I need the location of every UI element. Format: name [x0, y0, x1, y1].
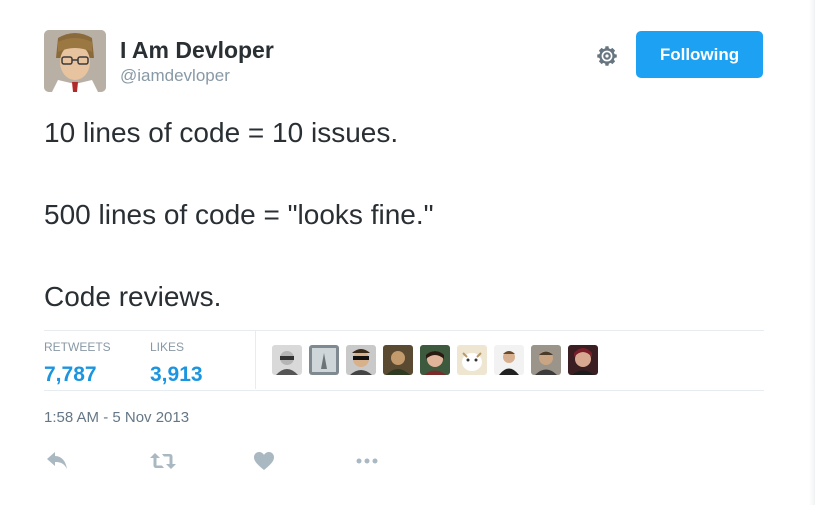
liker-avatar-4[interactable]	[383, 345, 413, 375]
liker-avatar-9[interactable]	[568, 345, 598, 375]
likes-label: LIKES	[150, 340, 185, 354]
screen-name[interactable]: @iamdevloper	[120, 66, 230, 86]
more-dots-icon[interactable]	[355, 449, 379, 473]
retweet-icon[interactable]	[150, 449, 176, 473]
tweet-card: I Am Devloper @iamdevloper Following 10 …	[0, 0, 815, 505]
liker-avatars	[272, 345, 598, 375]
liker-avatar-6[interactable]	[457, 345, 487, 375]
reply-icon[interactable]	[46, 449, 68, 473]
divider	[44, 330, 764, 331]
tweet-text: 10 lines of code = 10 issues. 500 lines …	[44, 112, 764, 317]
liker-avatar-1[interactable]	[272, 345, 302, 375]
retweets-stat[interactable]: RETWEETS 7,787	[44, 340, 111, 387]
gear-icon[interactable]	[594, 43, 620, 69]
liker-avatar-7[interactable]	[494, 345, 524, 375]
liker-avatar-3[interactable]	[346, 345, 376, 375]
tweet-timestamp[interactable]: 1:58 AM - 5 Nov 2013	[44, 409, 189, 426]
likes-count: 3,913	[150, 363, 203, 386]
tweet-line: 500 lines of code = "looks fine."	[44, 199, 434, 230]
divider	[44, 390, 764, 391]
divider	[255, 331, 256, 389]
display-name[interactable]: I Am Devloper	[120, 37, 274, 64]
liker-avatar-5[interactable]	[420, 345, 450, 375]
like-heart-icon[interactable]	[253, 449, 275, 473]
liker-avatar-8[interactable]	[531, 345, 561, 375]
tweet-line: 10 lines of code = 10 issues.	[44, 117, 399, 148]
liker-avatar-2[interactable]	[309, 345, 339, 375]
window-edge	[809, 0, 815, 505]
likes-stat[interactable]: LIKES 3,913	[150, 340, 203, 387]
retweets-count: 7,787	[44, 363, 97, 386]
tweet-line: Code reviews.	[44, 281, 222, 312]
retweets-label: RETWEETS	[44, 340, 111, 354]
user-avatar[interactable]	[44, 30, 106, 92]
following-button[interactable]: Following	[636, 31, 763, 78]
